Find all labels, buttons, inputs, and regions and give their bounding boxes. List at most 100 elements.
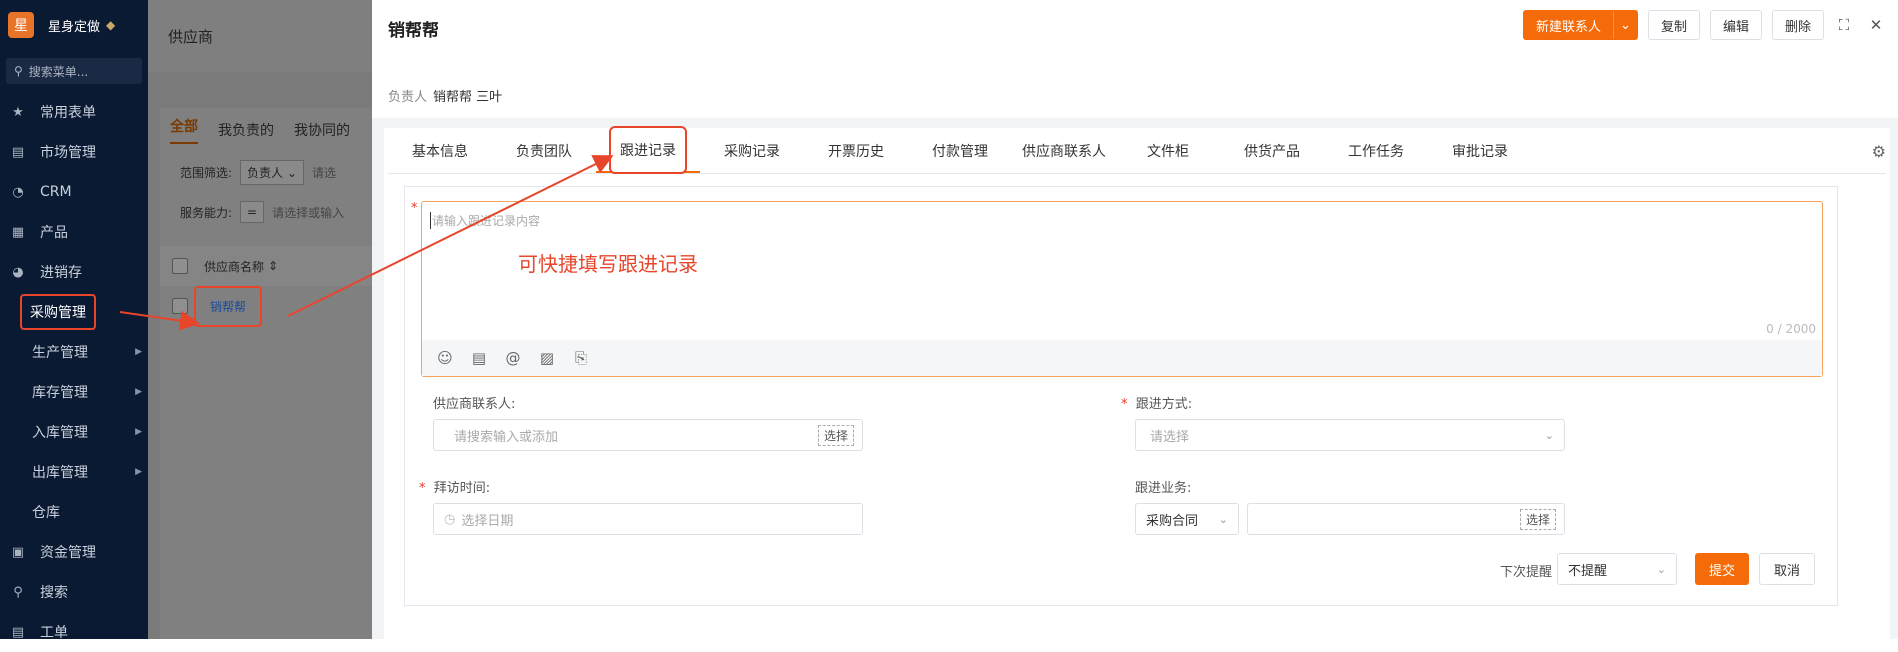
- caret-right-icon: ▶: [135, 427, 142, 437]
- follow-up-content-textarea[interactable]: 请输入跟进记录内容 可快捷填写跟进记录 0 / 2000 ☺ ▤ @ ▨ ⎘: [421, 201, 1823, 377]
- sidebar-item-stock[interactable]: 库存管理 ▶: [0, 372, 148, 412]
- tab-mine[interactable]: 我负责的: [218, 120, 274, 140]
- sidebar-item-product[interactable]: ▦ 产品: [0, 212, 148, 252]
- service-operator[interactable]: =: [240, 201, 265, 223]
- detail-actions: 新建联系人 ⌄ 复制 编辑 删除 ⛶ ✕: [1523, 10, 1898, 40]
- brand: 星 星身定做 ◆: [0, 0, 148, 50]
- attachment-icon[interactable]: ⎘: [572, 349, 590, 367]
- submit-button[interactable]: 提交: [1695, 553, 1749, 585]
- business-select-button[interactable]: 选择: [1519, 509, 1556, 530]
- visit-label-wrap: * 拜访时间:: [419, 477, 490, 496]
- fullscreen-icon[interactable]: ⛶: [1834, 15, 1854, 35]
- owner-info: 负责人 销帮帮 三叶: [388, 86, 502, 105]
- follow-up-form: * 请输入跟进记录内容 可快捷填写跟进记录 0 / 2000 ☺ ▤ @ ▨ ⎘…: [404, 186, 1838, 606]
- sidebar-item-inbound[interactable]: 入库管理 ▶: [0, 412, 148, 452]
- company-name[interactable]: 星身定做: [48, 16, 100, 35]
- service-label: 服务能力:: [180, 205, 233, 220]
- table-header: 供应商名称 ⇕: [160, 246, 372, 286]
- tab-invoice-history[interactable]: 开票历史: [804, 129, 908, 173]
- required-marker: *: [1121, 397, 1128, 412]
- service-row: 服务能力: = 请选择或输入: [160, 192, 372, 232]
- business-type-select[interactable]: 采购合同 ⌄: [1135, 503, 1239, 535]
- ticket-icon: ▤: [11, 624, 25, 640]
- detail-content-card: 基本信息 负责团队 跟进记录 采购记录 开票历史 付款管理 供应商联系人 文件柜…: [384, 126, 1890, 639]
- pie-chart-icon: ◔: [12, 184, 24, 200]
- tab-team[interactable]: 负责团队: [492, 129, 596, 173]
- annotation-text: 可快捷填写跟进记录: [518, 252, 698, 276]
- sidebar-item-label: 采购管理: [20, 294, 96, 330]
- reminder-label: 下次提醒: [1500, 565, 1553, 580]
- tab-supply-products[interactable]: 供货产品: [1220, 129, 1324, 173]
- tab-collab[interactable]: 我协同的: [294, 120, 350, 140]
- reminder-select[interactable]: 不提醒 ⌄: [1557, 553, 1677, 585]
- close-icon[interactable]: ✕: [1866, 15, 1886, 35]
- business-label: 跟进业务:: [1135, 481, 1192, 496]
- sidebar-item-crm[interactable]: ◔ CRM: [0, 172, 148, 212]
- delete-button[interactable]: 删除: [1771, 10, 1824, 40]
- chevron-down-icon[interactable]: ⌄: [1613, 11, 1637, 39]
- sort-icon[interactable]: ⇕: [268, 259, 278, 273]
- required-marker: *: [411, 201, 418, 216]
- detail-tabs: 基本信息 负责团队 跟进记录 采购记录 开票历史 付款管理 供应商联系人 文件柜…: [388, 126, 1886, 174]
- edit-button[interactable]: 编辑: [1709, 10, 1762, 40]
- new-contact-button[interactable]: 新建联系人 ⌄: [1523, 10, 1638, 40]
- sidebar-item-ticket[interactable]: ▤ 工单: [0, 612, 148, 652]
- menu-search-input[interactable]: ⚲ 搜索菜单...: [6, 58, 142, 84]
- tab-files[interactable]: 文件柜: [1116, 129, 1220, 173]
- sidebar-item-favorites[interactable]: ★ 常用表单: [0, 92, 148, 132]
- sidebar-item-market[interactable]: ▤ 市场管理: [0, 132, 148, 172]
- sidebar-item-label: 市场管理: [40, 145, 96, 161]
- tab-follow-up[interactable]: 跟进记录: [596, 126, 700, 174]
- select-all-checkbox[interactable]: [172, 258, 188, 274]
- method-select[interactable]: 请选择 ⌄: [1135, 419, 1565, 451]
- company-logo[interactable]: 星: [8, 12, 34, 38]
- emoji-icon[interactable]: ☺: [436, 349, 454, 367]
- sidebar-item-label: 资金管理: [40, 545, 96, 561]
- supplier-name-link[interactable]: 销帮帮: [194, 285, 263, 327]
- tab-tasks[interactable]: 工作任务: [1324, 129, 1428, 173]
- search-icon: ⚲: [14, 64, 23, 78]
- tab-purchase-records[interactable]: 采购记录: [700, 129, 804, 173]
- caret-right-icon: ▶: [135, 387, 142, 397]
- tab-basic-info[interactable]: 基本信息: [388, 129, 492, 173]
- supplier-list-area: 供应商 全部 我负责的 我协同的 范围筛选: 负责人 ⌄ 请选 服务能力: = …: [148, 0, 372, 639]
- filter-select[interactable]: 负责人 ⌄: [240, 159, 304, 185]
- copy-button[interactable]: 复制: [1647, 10, 1700, 40]
- sidebar-item-outbound[interactable]: 出库管理 ▶: [0, 452, 148, 492]
- template-icon[interactable]: ▤: [470, 349, 488, 367]
- gauge-icon: ◕: [12, 264, 24, 280]
- column-header[interactable]: 供应商名称: [204, 258, 264, 275]
- filter-label: 范围筛选:: [180, 165, 233, 180]
- sidebar-item-search[interactable]: ⚲ 搜索: [0, 572, 148, 612]
- clock-icon: ◷: [444, 511, 456, 527]
- sidebar-item-label: 生产管理: [32, 345, 88, 361]
- contact-select-button[interactable]: 选择: [817, 425, 854, 446]
- sidebar-item-purchase[interactable]: 采购管理: [0, 292, 148, 332]
- visit-date-picker[interactable]: ◷ 选择日期: [433, 503, 863, 535]
- caret-right-icon: ▶: [135, 347, 142, 357]
- sidebar-item-inventory[interactable]: ◕ 进销存: [0, 252, 148, 292]
- tab-supplier-contacts[interactable]: 供应商联系人: [1012, 129, 1116, 173]
- owner-value: 销帮帮 三叶: [433, 90, 503, 105]
- tab-all[interactable]: 全部: [170, 116, 198, 144]
- sidebar-item-label: 入库管理: [32, 425, 88, 441]
- tab-label: 跟进记录: [609, 126, 687, 174]
- filter-placeholder[interactable]: 请选: [312, 164, 336, 181]
- sidebar-item-production[interactable]: 生产管理 ▶: [0, 332, 148, 372]
- mention-icon[interactable]: @: [504, 349, 522, 367]
- contact-input[interactable]: 请搜索输入或添加 选择: [433, 419, 863, 451]
- tab-label: 采购记录: [724, 144, 780, 160]
- menu-search-placeholder: 搜索菜单...: [28, 64, 89, 79]
- supplier-list-card: 全部 我负责的 我协同的 范围筛选: 负责人 ⌄ 请选 服务能力: = 请选择或…: [160, 108, 372, 639]
- service-input[interactable]: 请选择或输入: [272, 204, 344, 221]
- gear-icon[interactable]: ⚙: [1872, 142, 1886, 161]
- sidebar-item-funds[interactable]: ▣ 资金管理: [0, 532, 148, 572]
- row-checkbox[interactable]: [172, 298, 188, 314]
- business-input[interactable]: 选择: [1247, 503, 1565, 535]
- sidebar-item-warehouse[interactable]: 仓库: [0, 492, 148, 532]
- tab-payment[interactable]: 付款管理: [908, 129, 1012, 173]
- tab-approvals[interactable]: 审批记录: [1428, 129, 1532, 173]
- cancel-button[interactable]: 取消: [1759, 553, 1815, 585]
- image-icon[interactable]: ▨: [538, 349, 556, 367]
- money-icon: ▣: [11, 544, 25, 560]
